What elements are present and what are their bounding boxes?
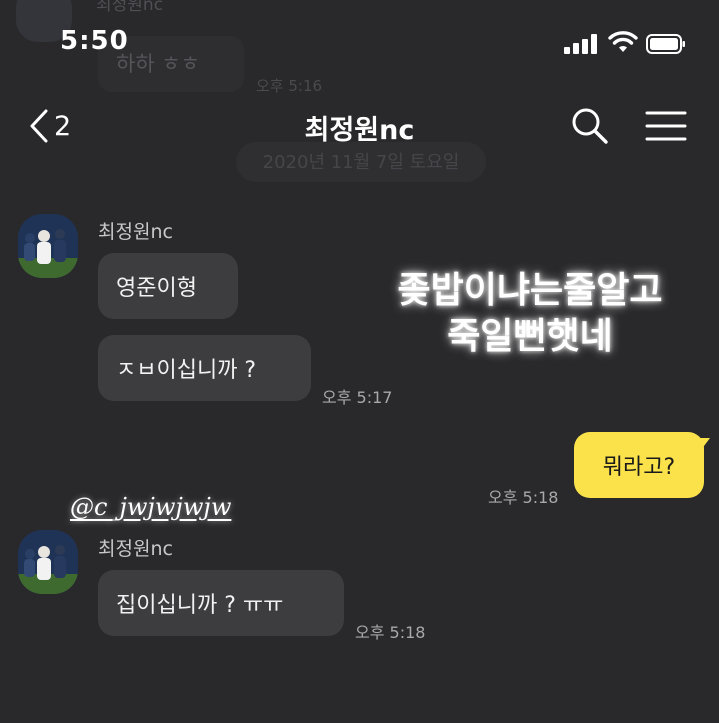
message-time: 오후 5:18	[355, 623, 426, 642]
sender-name: 최정원nc	[98, 538, 173, 560]
message-text: ㅈㅂ이십니까 ?	[116, 358, 257, 383]
menu-icon[interactable]	[644, 108, 688, 144]
sender-avatar[interactable]	[18, 214, 78, 278]
incoming-message[interactable]: 집이십니까 ? ㅠㅠ	[98, 570, 344, 636]
message-text: 영준이형	[116, 276, 197, 301]
cellular-signal-icon	[564, 34, 600, 54]
message-text: 뭐라고?	[602, 455, 676, 480]
message-time: 오후 5:18	[488, 488, 559, 507]
sender-name: 최정원nc	[98, 221, 173, 243]
incoming-message[interactable]: 영준이형	[98, 253, 238, 319]
date-divider: 2020년 11월 7일 토요일	[236, 142, 486, 182]
wifi-icon	[608, 31, 638, 52]
overlay-caption-line: 좆밥이냐는줄알고	[397, 270, 663, 311]
message-text: 집이십니까 ? ㅠㅠ	[116, 593, 284, 618]
battery-icon	[646, 34, 685, 54]
sender-avatar[interactable]	[18, 530, 78, 594]
status-time: 5:50	[60, 26, 129, 56]
watermark: @c_jwjwjwjw	[70, 493, 232, 521]
message-time: 오후 5:17	[322, 388, 393, 407]
date-divider-text: 2020년 11월 7일 토요일	[262, 152, 460, 173]
search-icon[interactable]	[570, 106, 610, 146]
overlay-caption: 좆밥이냐는줄알고 죽일뻔햇네	[355, 268, 705, 360]
overlay-caption-line: 죽일뻔햇네	[447, 316, 613, 357]
incoming-message[interactable]: ㅈㅂ이십니까 ?	[98, 335, 311, 401]
outgoing-message[interactable]: 뭐라고?	[574, 432, 704, 498]
status-bar: 5:50	[0, 0, 719, 90]
bubble-tail	[694, 438, 710, 454]
